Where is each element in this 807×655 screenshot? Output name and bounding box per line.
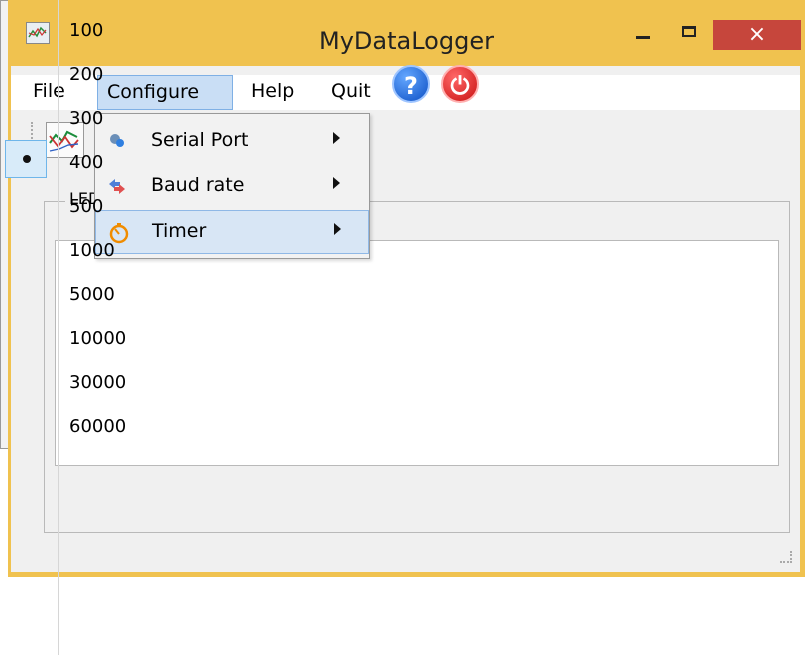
timer-option-label: 1000 xyxy=(69,240,115,261)
bullet-icon xyxy=(23,155,31,163)
selected-check xyxy=(5,140,47,178)
timer-option[interactable]: 200 xyxy=(0,50,179,94)
timer-option[interactable]: 5000 xyxy=(0,270,179,314)
timer-option[interactable]: 100 xyxy=(0,6,179,50)
menu-help[interactable]: Help xyxy=(242,75,303,110)
timer-option-label: 200 xyxy=(69,64,104,85)
help-icon[interactable]: ? xyxy=(392,65,430,103)
timer-option-label: 400 xyxy=(69,152,104,173)
submenu-arrow-icon xyxy=(333,132,340,144)
timer-option-label: 30000 xyxy=(69,372,127,393)
submenu-arrow-icon xyxy=(334,223,341,235)
minimize-button[interactable] xyxy=(622,20,666,50)
timer-option[interactable]: 30000 xyxy=(0,358,179,402)
timer-option-label: 60000 xyxy=(69,416,127,437)
timer-option-label: 300 xyxy=(69,108,104,129)
timer-submenu: 100 200 300 400 500 1000 5000 10000 3000… xyxy=(0,0,181,655)
timer-option-label: 5000 xyxy=(69,284,115,305)
timer-option[interactable]: 60000 xyxy=(0,402,179,446)
resize-grip-icon[interactable] xyxy=(780,551,792,563)
close-button[interactable]: × xyxy=(713,20,801,50)
timer-option-label: 500 xyxy=(69,196,104,217)
maximize-button[interactable] xyxy=(668,20,712,50)
timer-option[interactable]: 300 xyxy=(0,94,179,138)
timer-option[interactable]: 500 xyxy=(0,182,179,226)
timer-option-label: 100 xyxy=(69,20,104,41)
timer-option-selected[interactable]: 400 xyxy=(0,138,179,182)
menu-quit[interactable]: Quit xyxy=(322,75,380,110)
submenu-arrow-icon xyxy=(333,177,340,189)
timer-option[interactable]: 1000 xyxy=(0,226,179,270)
timer-option[interactable]: 10000 xyxy=(0,314,179,358)
power-icon[interactable]: ⏻ xyxy=(441,65,479,103)
timer-option-label: 10000 xyxy=(69,328,127,349)
